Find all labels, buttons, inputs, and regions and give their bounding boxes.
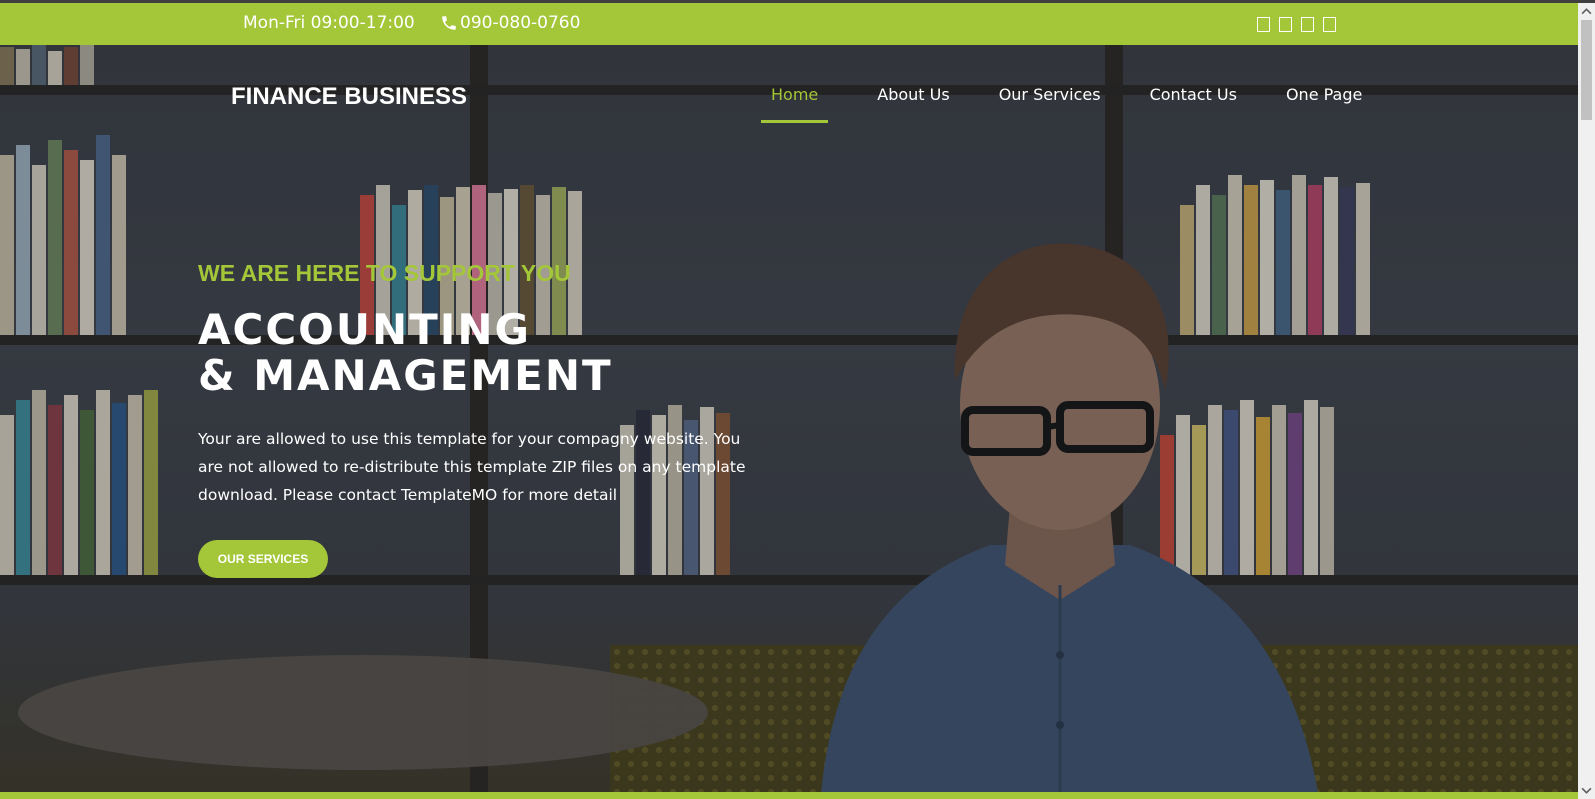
business-hours: Mon-Fri 09:00-17:00: [243, 13, 415, 33]
nav-about-us[interactable]: About Us: [877, 85, 949, 123]
twitter-icon[interactable]: [1279, 17, 1292, 32]
top-info-bar: Mon-Fri 09:00-17:00 090-080-0760: [0, 3, 1578, 45]
nav-contact-us[interactable]: Contact Us: [1150, 85, 1237, 123]
headline-line-2: & MANAGEMENT: [198, 351, 613, 400]
page-scrollbar[interactable]: [1578, 3, 1595, 799]
linkedin-icon[interactable]: [1301, 17, 1314, 32]
hero-overlay: [0, 45, 1578, 792]
browser-viewport: Mon-Fri 09:00-17:00 090-080-0760 FINANCE…: [0, 0, 1595, 799]
main-nav: Home About Us Our Services Contact Us On…: [761, 85, 1411, 123]
phone-icon: [442, 16, 456, 30]
our-services-button[interactable]: OUR SERVICES: [198, 540, 328, 578]
phone-number[interactable]: 090-080-0760: [440, 13, 580, 33]
nav-our-services[interactable]: Our Services: [999, 85, 1101, 123]
nav-one-page[interactable]: One Page: [1286, 85, 1362, 123]
headline-line-1: ACCOUNTING: [198, 305, 532, 354]
bottom-accent-bar: [0, 792, 1578, 799]
nav-home[interactable]: Home: [761, 85, 829, 123]
hero-section: FINANCE BUSINESS Home About Us Our Servi…: [0, 45, 1578, 792]
site-logo[interactable]: FINANCE BUSINESS: [231, 83, 467, 111]
scroll-up-arrow-icon[interactable]: [1581, 6, 1592, 17]
hero-kicker: WE ARE HERE TO SUPPORT YOU: [198, 260, 571, 286]
facebook-icon[interactable]: [1257, 17, 1270, 32]
scroll-down-arrow-icon[interactable]: [1581, 785, 1592, 796]
hero-headline: ACCOUNTING & MANAGEMENT: [198, 307, 613, 399]
phone-label: 090-080-0760: [460, 13, 581, 33]
social-links: [1257, 17, 1336, 32]
instagram-icon[interactable]: [1323, 17, 1336, 32]
hero-description: Your are allowed to use this template fo…: [198, 430, 746, 504]
scrollbar-thumb[interactable]: [1581, 20, 1592, 120]
